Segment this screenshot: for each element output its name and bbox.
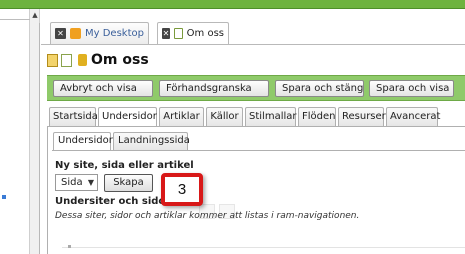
list-marker: [68, 245, 71, 248]
tab-kallor[interactable]: Källor: [206, 107, 243, 126]
lock-icon: [78, 54, 87, 66]
tab-inner-undersidor[interactable]: Undersidor: [53, 132, 113, 151]
page-preview-icon: [61, 53, 72, 67]
scrollbar[interactable]: ▲: [30, 9, 40, 254]
scroll-up-arrow-icon[interactable]: ▲: [31, 11, 39, 19]
tab-startsida[interactable]: Startsida: [49, 107, 98, 126]
close-icon[interactable]: ✕: [162, 28, 171, 39]
type-select-value: Sida: [61, 177, 83, 188]
document-tabs-divider: [41, 44, 465, 45]
close-icon[interactable]: ✕: [55, 28, 66, 39]
page-title: Om oss: [91, 52, 149, 68]
desktop-icon: [70, 28, 81, 39]
chevron-down-icon: ▼: [87, 178, 94, 187]
left-panel-marker: [2, 195, 6, 199]
step-callout: 3: [161, 173, 203, 206]
tab-undersidor[interactable]: Undersidor: [98, 107, 157, 127]
tab-resurser[interactable]: Resurser: [338, 107, 386, 126]
undersidor-panel: Undersidor Landningssida Ny site, sida e…: [47, 127, 465, 254]
save-view-button[interactable]: Spara och visa: [369, 80, 454, 97]
tab-avancerat[interactable]: Avancerat: [386, 107, 440, 126]
tab-label: Om oss: [186, 28, 224, 39]
subsites-section-label: Undersiter och sido: [55, 196, 166, 207]
left-panel-divider: [0, 19, 30, 20]
create-section-label: Ny site, sida eller artikel: [55, 160, 194, 171]
preview-button[interactable]: Förhandsgranska: [159, 80, 269, 97]
tab-inner-landningssida[interactable]: Landningssida: [113, 132, 190, 150]
type-select[interactable]: Sida ▼: [55, 174, 98, 191]
page-icon: [174, 28, 183, 39]
top-bar: [0, 0, 465, 9]
tab-my-desktop[interactable]: ✕ My Desktop: [50, 22, 149, 44]
cancel-view-button[interactable]: Avbryt och visa: [53, 80, 153, 97]
main-content: ✕ My Desktop ✕ Om oss Om oss Avbryt och …: [41, 9, 465, 254]
page-edit-icon: [47, 53, 58, 67]
main-tabs: Startsida Undersidor Artiklar Källor Sti…: [47, 107, 465, 127]
subsites-help-text: Dessa siter, sidor och artiklar kommer a…: [55, 211, 360, 221]
list-divider: [62, 247, 465, 248]
tab-om-oss[interactable]: ✕ Om oss: [157, 22, 229, 44]
page-title-row: Om oss: [47, 51, 149, 69]
tab-artiklar[interactable]: Artiklar: [159, 107, 204, 126]
save-close-button[interactable]: Spara och stäng: [275, 80, 364, 97]
scrollbar-track: [39, 23, 40, 254]
tab-label: My Desktop: [85, 28, 144, 39]
tab-floden[interactable]: Flöden: [298, 107, 336, 126]
create-button[interactable]: Skapa: [104, 174, 153, 192]
left-panel: [0, 9, 30, 254]
inner-tabs-divider: [52, 150, 465, 151]
tab-stilmallar[interactable]: Stilmallar: [245, 107, 297, 126]
action-toolbar: Avbryt och visa Förhandsgranska Spara oc…: [47, 75, 465, 101]
